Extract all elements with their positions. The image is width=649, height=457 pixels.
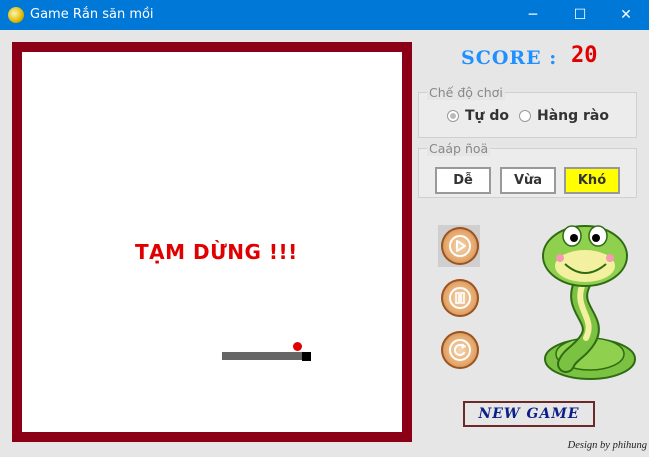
close-button[interactable]: ✕ [603, 0, 649, 30]
score-value: 20 [571, 43, 598, 68]
radio-dot [519, 110, 531, 122]
restart-button[interactable] [441, 331, 479, 369]
app-icon [8, 7, 24, 23]
game-board[interactable]: TẠM DỪNG !!! [12, 42, 412, 442]
level-easy-button[interactable]: Dễ [435, 167, 491, 194]
mode-fence-radio[interactable]: Hàng rào [519, 108, 609, 124]
snake-mascot [542, 225, 636, 380]
window-title: Game Rắn săn mồi [30, 7, 154, 22]
score-label: SCORE : [461, 47, 558, 69]
title-bar: Game Rắn săn mồi ─ ☐ ✕ [0, 0, 649, 30]
food [293, 342, 302, 351]
snake-head [302, 352, 311, 361]
radio-dot-checked [447, 110, 459, 122]
pause-status-text: TẠM DỪNG !!! [135, 240, 298, 264]
pause-button[interactable] [441, 279, 479, 317]
pause-icon [449, 287, 471, 309]
minimize-button[interactable]: ─ [510, 0, 556, 30]
level-medium-button[interactable]: Vừa [500, 167, 556, 194]
mode-group: Chế độ chơi Tự do Hàng rào [418, 85, 637, 138]
mode-free-radio[interactable]: Tự do [447, 108, 509, 124]
play-icon [449, 235, 471, 257]
snake-body [222, 352, 302, 360]
mode-fence-label: Hàng rào [537, 108, 609, 124]
new-game-button[interactable]: NEW GAME [463, 401, 595, 427]
level-group: Caáp ñoä Dễ Vừa Khó [418, 141, 637, 198]
mode-free-label: Tự do [465, 108, 510, 124]
mode-group-legend: Chế độ chơi [427, 85, 505, 100]
restart-icon [449, 339, 471, 361]
credit-text: Design by phihung [567, 440, 647, 451]
play-button[interactable] [441, 227, 479, 265]
level-group-legend: Caáp ñoä [427, 141, 491, 156]
level-hard-button[interactable]: Khó [564, 167, 620, 194]
maximize-button[interactable]: ☐ [557, 0, 603, 30]
